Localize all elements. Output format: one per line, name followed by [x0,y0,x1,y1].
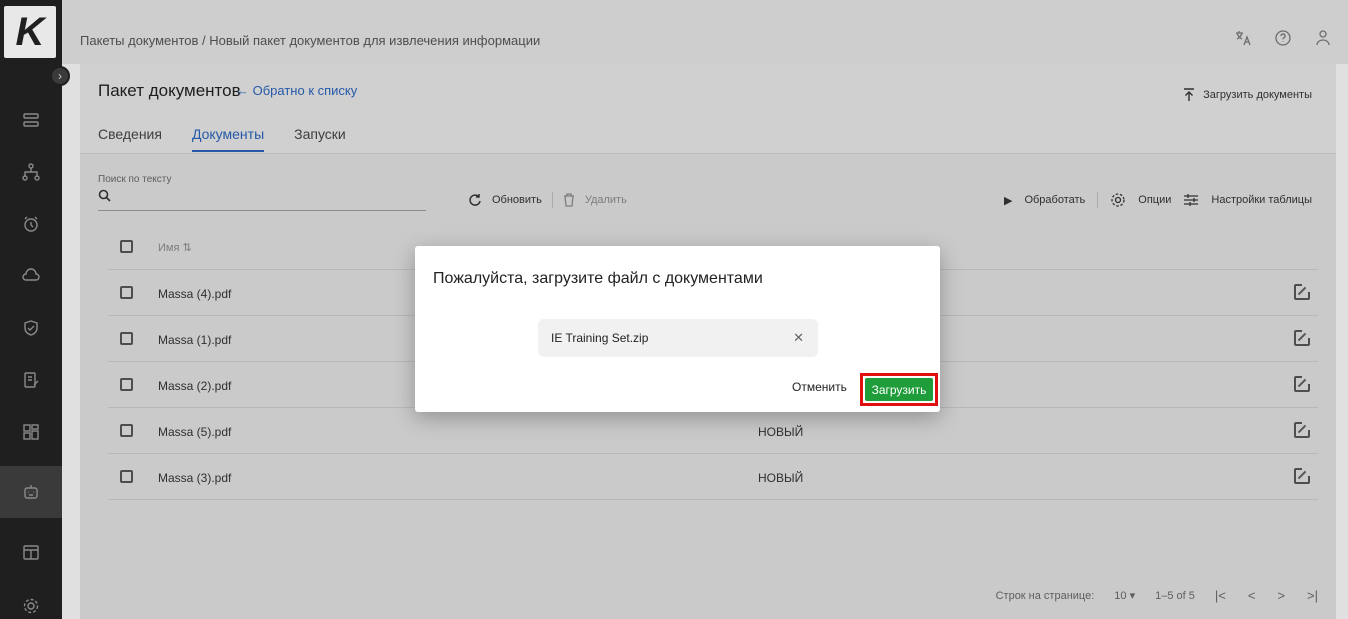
cloud-icon [22,268,40,281]
upload-dialog: Пожалуйста, загрузите файл с документами… [415,246,940,412]
sidebar-item-alarm[interactable] [0,198,62,250]
sidebar-item-security[interactable] [0,302,62,354]
close-icon[interactable]: ✕ [793,330,804,346]
sidebar-item-bot[interactable] [0,466,62,518]
pipeline-icon [23,113,39,127]
gear-icon [23,598,39,614]
file-name: IE Training Set.zip [551,331,649,345]
sidebar-item-tree[interactable] [0,146,62,198]
selected-file-chip: IE Training Set.zip ✕ [538,319,818,357]
dashboard-icon [23,424,39,440]
sidebar: K [0,0,62,619]
robot-icon [24,485,38,499]
calendar-icon [23,545,39,560]
shield-icon [24,320,38,336]
app-logo[interactable]: K [4,6,56,58]
alarm-icon [24,216,38,232]
sidebar-item-cloud[interactable] [0,250,62,302]
dialog-title: Пожалуйста, загрузите файл с документами [433,270,763,287]
sidebar-item-calendar[interactable] [0,526,62,578]
cancel-button[interactable]: Отменить [792,380,847,394]
sidebar-expand-button[interactable]: › [50,66,70,86]
sidebar-item-pipelines[interactable] [0,94,62,146]
upload-button-highlight: Загрузить [860,373,938,406]
sidebar-item-documents[interactable] [0,354,62,406]
sidebar-item-dashboard[interactable] [0,406,62,458]
hierarchy-icon [22,163,40,181]
chevron-right-icon: › [58,69,62,83]
upload-button[interactable]: Загрузить [865,378,933,401]
document-edit-icon [24,372,39,388]
sidebar-item-settings[interactable] [0,580,62,619]
